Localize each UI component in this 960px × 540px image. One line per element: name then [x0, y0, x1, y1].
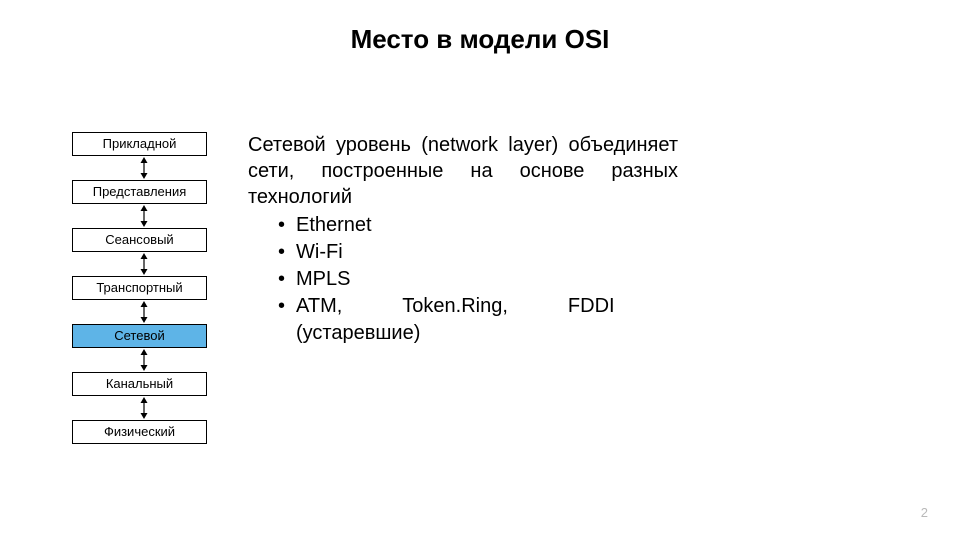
osi-layer-box: Сеансовый [72, 228, 207, 252]
bullet-item: Wi-Fi [278, 239, 678, 266]
osi-layer-box: Сетевой [72, 324, 207, 348]
description-paragraph: Сетевой уровень (network layer) объединя… [248, 132, 678, 210]
double-arrow-icon [139, 397, 141, 419]
double-arrow-icon [139, 205, 141, 227]
osi-layer-box: Канальный [72, 372, 207, 396]
content-block: Сетевой уровень (network layer) объединя… [248, 132, 678, 347]
layer-connector [72, 204, 207, 228]
layer-connector [72, 252, 207, 276]
osi-layer-box: Представления [72, 180, 207, 204]
double-arrow-icon [139, 301, 141, 323]
layer-connector [72, 348, 207, 372]
bullet-list: EthernetWi-FiMPLSATM, Token.Ring, FDDI (… [278, 212, 678, 347]
osi-layers-column: Прикладной Представления Сеансовый Транс… [72, 132, 207, 444]
layer-connector [72, 300, 207, 324]
bullet-item: MPLS [278, 266, 678, 293]
page-number: 2 [921, 505, 928, 520]
osi-layer-box: Физический [72, 420, 207, 444]
bullet-item: Ethernet [278, 212, 678, 239]
osi-layer-box: Транспортный [72, 276, 207, 300]
bullet-item: ATM, Token.Ring, FDDI (устаревшие) [278, 293, 678, 347]
slide-title: Место в модели OSI [0, 24, 960, 55]
double-arrow-icon [139, 253, 141, 275]
double-arrow-icon [139, 349, 141, 371]
layer-connector [72, 396, 207, 420]
osi-layer-box: Прикладной [72, 132, 207, 156]
double-arrow-icon [139, 157, 141, 179]
layer-connector [72, 156, 207, 180]
